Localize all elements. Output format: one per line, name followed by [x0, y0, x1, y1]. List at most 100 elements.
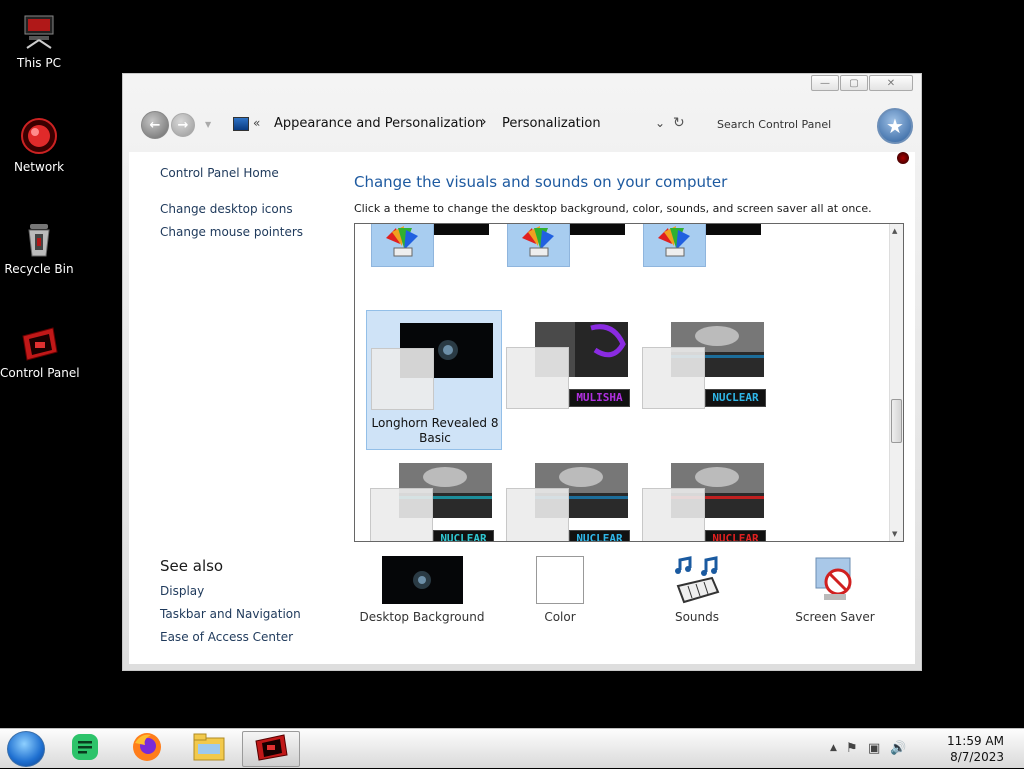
sidebar: Control Panel Home Change desktop icons … — [129, 152, 339, 664]
breadcrumb-overflow[interactable]: « — [253, 116, 260, 130]
refresh-icon[interactable]: ↻ — [673, 115, 685, 131]
sidebar-link-control-panel-home[interactable]: Control Panel Home — [160, 166, 279, 180]
volume-icon[interactable]: 🔊 — [890, 741, 906, 756]
network-icon — [19, 116, 59, 156]
desktop-icon-control-panel[interactable]: Control Panel — [0, 322, 80, 380]
see-also-link-taskbar[interactable]: Taskbar and Navigation — [160, 607, 301, 621]
recycle-bin-icon — [19, 218, 59, 258]
theme-item-mulisha[interactable]: MULISHA — [502, 310, 638, 450]
color-icon — [536, 556, 584, 604]
search-input[interactable]: Search Control Panel — [711, 114, 861, 136]
rainbow-theme-icon — [643, 224, 706, 267]
see-also-link-ease-of-access[interactable]: Ease of Access Center — [160, 630, 293, 644]
screen-saver-icon — [810, 556, 860, 604]
theme-name: Longhorn Revealed 8 Basic — [371, 416, 499, 445]
sounds-button[interactable]: Sounds — [627, 556, 767, 624]
color-label: Color — [544, 610, 576, 624]
show-hidden-icons-icon[interactable]: ▲ — [830, 743, 837, 753]
theme-item-nuclear-red[interactable]: NUCLEAR — [638, 451, 774, 541]
theme-window-preview — [370, 488, 433, 541]
theme-window-preview — [642, 488, 705, 541]
sounds-icon — [672, 556, 722, 604]
page-title: Change the visuals and sounds on your co… — [354, 173, 728, 191]
file-explorer-icon — [192, 732, 226, 766]
theme-item-rainbow-1[interactable] — [367, 224, 503, 269]
taskbar-app-file-explorer[interactable] — [180, 731, 238, 767]
theme-tag-nuclear: NUCLEAR — [705, 389, 766, 407]
scroll-up-icon[interactable]: ▲ — [892, 227, 897, 235]
search-icon[interactable]: ★ — [877, 108, 913, 144]
theme-window-preview — [371, 348, 434, 410]
theme-window-preview — [506, 488, 569, 541]
personalization-window: — ▢ ✕ ← → ▼ « Appearance and Personaliza… — [122, 73, 922, 671]
maximize-button[interactable]: ▢ — [840, 75, 868, 91]
desktop-background-label: Desktop Background — [359, 610, 485, 624]
screen-saver-button[interactable]: Screen Saver — [765, 556, 905, 624]
back-button[interactable]: ← — [141, 111, 169, 139]
notes-app-icon — [70, 732, 100, 766]
desktop-icon-label: Control Panel — [0, 366, 80, 380]
color-button[interactable]: Color — [490, 556, 630, 624]
theme-list[interactable]: Longhorn Revealed 8 Basic MULISHA NUCLEA… — [354, 223, 904, 542]
sounds-label: Sounds — [674, 610, 720, 624]
forward-button[interactable]: → — [171, 113, 195, 137]
page-description: Click a theme to change the desktop back… — [354, 202, 872, 215]
rainbow-theme-icon — [507, 224, 570, 267]
theme-item-nuclear-1[interactable]: NUCLEAR — [638, 310, 774, 450]
desktop-icon-label: Network — [13, 160, 65, 174]
content-area: Control Panel Home Change desktop icons … — [129, 152, 915, 664]
breadcrumb-appearance[interactable]: Appearance and Personalization — [274, 116, 483, 131]
control-panel-path-icon — [233, 117, 249, 131]
sidebar-link-change-mouse-pointers[interactable]: Change mouse pointers — [160, 225, 303, 239]
firefox-icon — [131, 731, 163, 767]
theme-item-rainbow-3[interactable] — [639, 224, 775, 269]
theme-window-preview — [506, 347, 569, 409]
desktop-icon-this-pc[interactable]: This PC — [0, 12, 78, 70]
navigation-bar: ← → ▼ « Appearance and Personalization ›… — [129, 102, 919, 152]
theme-item-nuclear-3[interactable]: NUCLEAR — [502, 451, 638, 541]
desktop-icon-network[interactable]: Network — [0, 116, 78, 174]
control-panel-icon — [254, 733, 288, 765]
taskbar-app-control-panel[interactable] — [242, 731, 300, 767]
system-tray: ▲ ⚑ ▣ 🔊 11:59 AM 8/7/2023 — [830, 729, 1010, 769]
theme-tag-nuclear: NUCLEAR — [433, 530, 494, 541]
theme-tag-mulisha: MULISHA — [569, 389, 630, 407]
close-button[interactable]: ✕ — [869, 75, 913, 91]
desktop-icon-label: This PC — [17, 56, 61, 70]
taskbar-app-notes[interactable] — [56, 731, 114, 767]
theme-item-nuclear-2[interactable]: NUCLEAR — [366, 451, 502, 541]
help-icon[interactable] — [897, 152, 909, 164]
see-also-heading: See also — [160, 557, 224, 575]
desktop-background-button[interactable]: Desktop Background — [352, 556, 492, 624]
desktop-background-icon — [381, 556, 463, 604]
breadcrumb-personalization[interactable]: Personalization — [502, 116, 601, 131]
address-dropdown-icon[interactable]: ⌄ — [655, 116, 665, 130]
theme-window-preview — [642, 347, 705, 409]
computer-icon — [19, 12, 59, 52]
recent-pages-button[interactable]: ▼ — [205, 120, 211, 129]
taskbar-app-firefox[interactable] — [118, 731, 176, 767]
theme-tag-nuclear: NUCLEAR — [569, 530, 630, 541]
action-center-flag-icon[interactable]: ⚑ — [846, 741, 858, 756]
scrollbar-thumb[interactable] — [891, 399, 902, 443]
scroll-down-icon[interactable]: ▼ — [892, 530, 897, 538]
theme-item-longhorn-revealed[interactable]: Longhorn Revealed 8 Basic — [366, 310, 502, 450]
clock-date[interactable]: 8/7/2023 — [950, 750, 1004, 764]
breadcrumb-chevron-icon[interactable]: › — [481, 114, 487, 130]
start-button[interactable] — [7, 731, 45, 767]
sidebar-link-change-desktop-icons[interactable]: Change desktop icons — [160, 202, 293, 216]
see-also-link-display[interactable]: Display — [160, 584, 204, 598]
desktop-icon-recycle-bin[interactable]: Recycle Bin — [0, 218, 78, 276]
theme-tag-nuclear-red: NUCLEAR — [705, 530, 766, 541]
theme-item-rainbow-2[interactable] — [503, 224, 639, 269]
desktop-icon-label: Recycle Bin — [4, 262, 74, 276]
clock-time[interactable]: 11:59 AM — [947, 734, 1004, 748]
network-tray-icon[interactable]: ▣ — [868, 741, 880, 756]
rainbow-theme-icon — [371, 224, 434, 267]
minimize-button[interactable]: — — [811, 75, 839, 91]
window-controls: — ▢ ✕ — [811, 75, 913, 91]
control-panel-icon — [19, 322, 59, 362]
screen-saver-label: Screen Saver — [795, 610, 875, 624]
taskbar: ▲ ⚑ ▣ 🔊 11:59 AM 8/7/2023 — [0, 728, 1024, 768]
theme-list-scrollbar[interactable]: ▲ ▼ — [889, 224, 903, 541]
